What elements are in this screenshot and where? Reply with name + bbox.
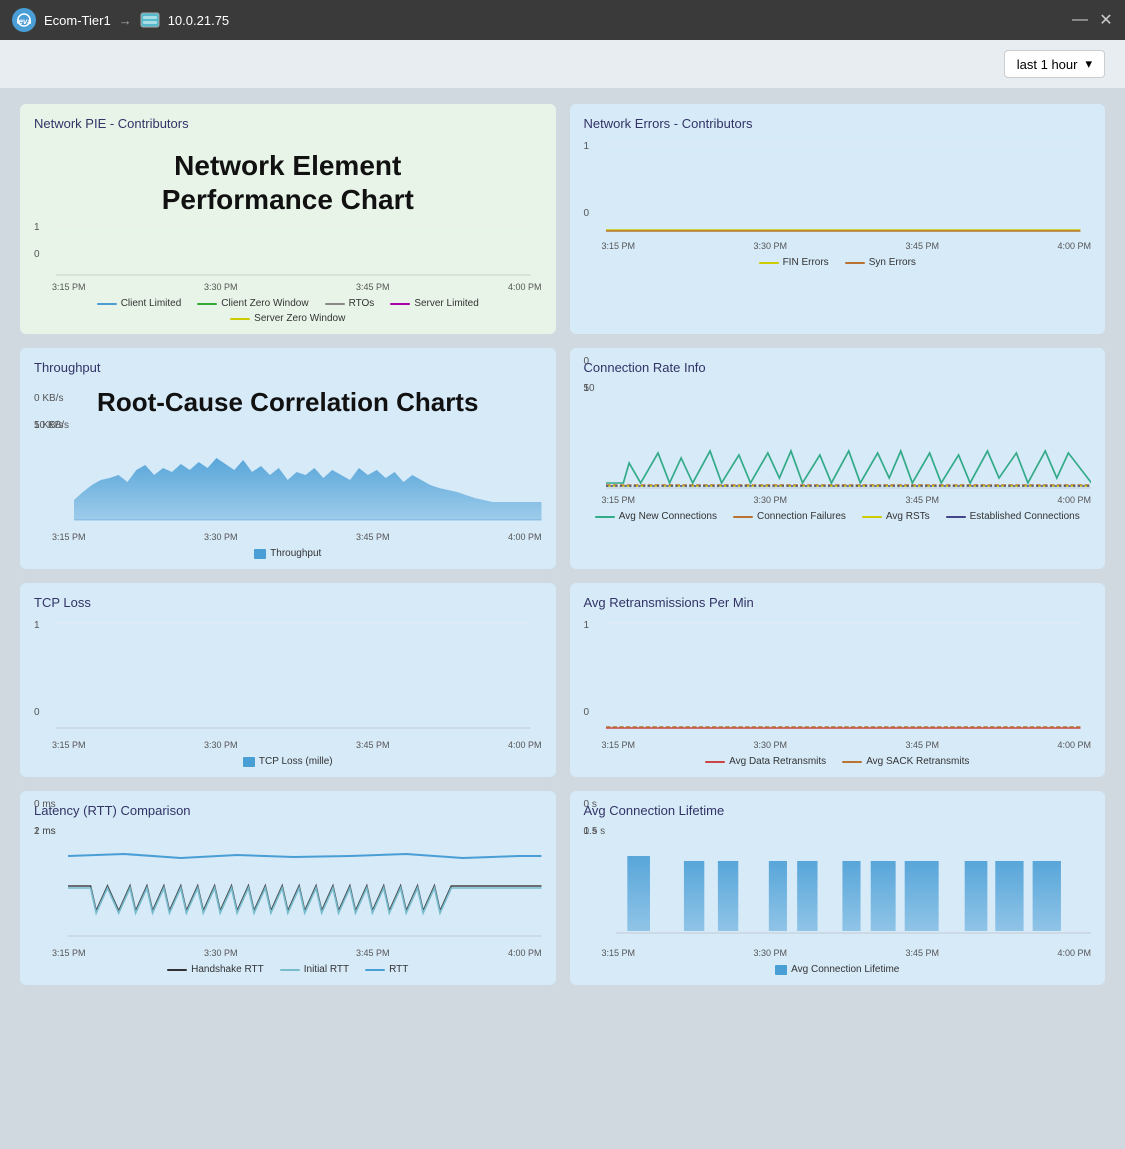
time-selector-label: last 1 hour [1017, 57, 1078, 72]
latency-card: Latency (RTT) Comparison 2 ms 1 ms 0 ms … [20, 791, 556, 985]
legend-handshake-rtt: Handshake RTT [167, 964, 264, 975]
main-content: Network PIE - Contributors Network Eleme… [0, 88, 1125, 1001]
app-icon: leva [12, 8, 36, 32]
legend-avg-data-retransmits: Avg Data Retransmits [705, 756, 826, 767]
x-axis-network-errors: 3:15 PM 3:30 PM 3:45 PM 4:00 PM [584, 241, 1092, 251]
legend-syn-errors: Syn Errors [845, 257, 916, 268]
network-pie-chart [34, 220, 542, 280]
connection-rate-legend: Avg New Connections Connection Failures … [584, 511, 1092, 522]
x-axis-avg-retransmissions: 3:15 PM 3:30 PM 3:45 PM 4:00 PM [584, 740, 1092, 750]
server-icon [140, 12, 160, 28]
avg-retransmissions-title: Avg Retransmissions Per Min [584, 595, 1092, 610]
avg-connection-lifetime-legend: Avg Connection Lifetime [584, 964, 1092, 975]
legend-rtos: RTOs [325, 298, 375, 309]
latency-chart [68, 826, 542, 946]
y-0: 0 [584, 356, 590, 367]
legend-server-limited: Server Limited [390, 298, 478, 309]
title-bar-left: leva Ecom-Tier1 → 10.0.21.75 [12, 8, 229, 32]
y-top-retrans: 1 [584, 620, 590, 631]
legend-client-limited: Client Limited [97, 298, 182, 309]
network-pie-legend: Client Limited Client Zero Window RTOs S… [34, 298, 542, 324]
y-bottom-tcp: 0 [34, 707, 40, 718]
throughput-legend: Throughput [34, 548, 542, 559]
y-5kbs: 5 KB/s [34, 420, 63, 431]
y-bottom-errors: 0 [584, 208, 590, 219]
throughput-chart [74, 420, 542, 530]
app-name: Ecom-Tier1 [44, 13, 111, 28]
legend-avg-connection-lifetime: Avg Connection Lifetime [775, 964, 899, 975]
x-axis-latency: 3:15 PM 3:30 PM 3:45 PM 4:00 PM [34, 948, 542, 958]
y-0kbs: 0 KB/s [34, 393, 63, 404]
tcp-loss-title: TCP Loss [34, 595, 542, 610]
server-address: 10.0.21.75 [168, 13, 229, 28]
avg-connection-lifetime-card: Avg Connection Lifetime 1 s 0.5 s 0 s [570, 791, 1106, 985]
legend-client-zero-window: Client Zero Window [197, 298, 308, 309]
network-errors-title: Network Errors - Contributors [584, 116, 1092, 131]
network-errors-card: Network Errors - Contributors 1 0 3:15 P… [570, 104, 1106, 334]
chevron-down-icon: ▾ [1085, 56, 1092, 72]
performance-chart-overlay: Network ElementPerformance Chart [34, 139, 542, 220]
tcp-loss-card: TCP Loss 1 0 3:15 PM 3:30 PM 3:45 PM 4:0… [20, 583, 556, 777]
legend-avg-sack-retransmits: Avg SACK Retransmits [842, 756, 969, 767]
network-errors-legend: FIN Errors Syn Errors [584, 257, 1092, 268]
avg-connection-lifetime-title: Avg Connection Lifetime [584, 803, 1092, 818]
y-0s: 0 s [584, 799, 597, 810]
avg-connection-lifetime-chart [616, 826, 1092, 946]
y-05s: 0.5 s [584, 826, 606, 837]
legend-tcp-loss: TCP Loss (mille) [243, 756, 333, 767]
tcp-loss-legend: TCP Loss (mille) [34, 756, 542, 767]
connection-rate-card: Connection Rate Info 10 5 0 3:15 PM 3:30 [570, 348, 1106, 569]
latency-legend: Handshake RTT Initial RTT RTT [34, 964, 542, 975]
time-selector[interactable]: last 1 hour ▾ [1004, 50, 1105, 78]
x-axis-avg-connection-lifetime: 3:15 PM 3:30 PM 3:45 PM 4:00 PM [584, 948, 1092, 958]
tcp-loss-chart [34, 618, 542, 738]
connection-rate-title: Connection Rate Info [584, 360, 1092, 375]
y-bottom-retrans: 0 [584, 707, 590, 718]
close-button[interactable]: ✕ [1099, 13, 1113, 27]
connection-rate-chart [606, 383, 1092, 493]
window-controls: — ✕ [1073, 13, 1113, 27]
network-errors-chart [584, 139, 1092, 239]
avg-retransmissions-card: Avg Retransmissions Per Min 1 0 3:15 PM … [570, 583, 1106, 777]
x-axis-tcp-loss: 3:15 PM 3:30 PM 3:45 PM 4:00 PM [34, 740, 542, 750]
root-cause-overlay: Root-Cause Correlation Charts [34, 383, 542, 420]
legend-avg-new-connections: Avg New Connections [595, 511, 717, 522]
x-axis-network-pie: 3:15 PM 3:30 PM 3:45 PM 4:00 PM [34, 282, 542, 292]
throughput-card: Throughput Root-Cause Correlation Charts… [20, 348, 556, 569]
x-axis-connection-rate: 3:15 PM 3:30 PM 3:45 PM 4:00 PM [584, 495, 1092, 505]
legend-rtt: RTT [365, 964, 408, 975]
y-top-errors: 1 [584, 141, 590, 152]
avg-retransmissions-legend: Avg Data Retransmits Avg SACK Retransmit… [584, 756, 1092, 767]
y-top-tcp: 1 [34, 620, 40, 631]
legend-server-zero-window: Server Zero Window [230, 313, 345, 324]
network-pie-card: Network PIE - Contributors Network Eleme… [20, 104, 556, 334]
legend-initial-rtt: Initial RTT [280, 964, 349, 975]
throughput-title: Throughput [34, 360, 542, 375]
y-5: 5 [584, 383, 590, 394]
legend-fin-errors: FIN Errors [759, 257, 829, 268]
y-top-label: 1 [34, 222, 40, 233]
arrow-icon: → [119, 13, 132, 28]
toolbar: last 1 hour ▾ [0, 40, 1125, 88]
y-1ms: 1 ms [34, 826, 56, 837]
y-0ms: 0 ms [34, 799, 56, 810]
x-axis-throughput: 3:15 PM 3:30 PM 3:45 PM 4:00 PM [34, 532, 542, 542]
latency-title: Latency (RTT) Comparison [34, 803, 542, 818]
avg-retransmissions-chart [584, 618, 1092, 738]
legend-established-connections: Established Connections [946, 511, 1080, 522]
title-bar: leva Ecom-Tier1 → 10.0.21.75 — ✕ [0, 0, 1125, 40]
network-pie-title: Network PIE - Contributors [34, 116, 542, 131]
minimize-button[interactable]: — [1073, 13, 1087, 27]
legend-throughput: Throughput [254, 548, 321, 559]
y-bottom-label: 0 [34, 249, 40, 260]
svg-text:leva: leva [17, 17, 31, 26]
legend-avg-rsts: Avg RSTs [862, 511, 930, 522]
legend-connection-failures: Connection Failures [733, 511, 846, 522]
